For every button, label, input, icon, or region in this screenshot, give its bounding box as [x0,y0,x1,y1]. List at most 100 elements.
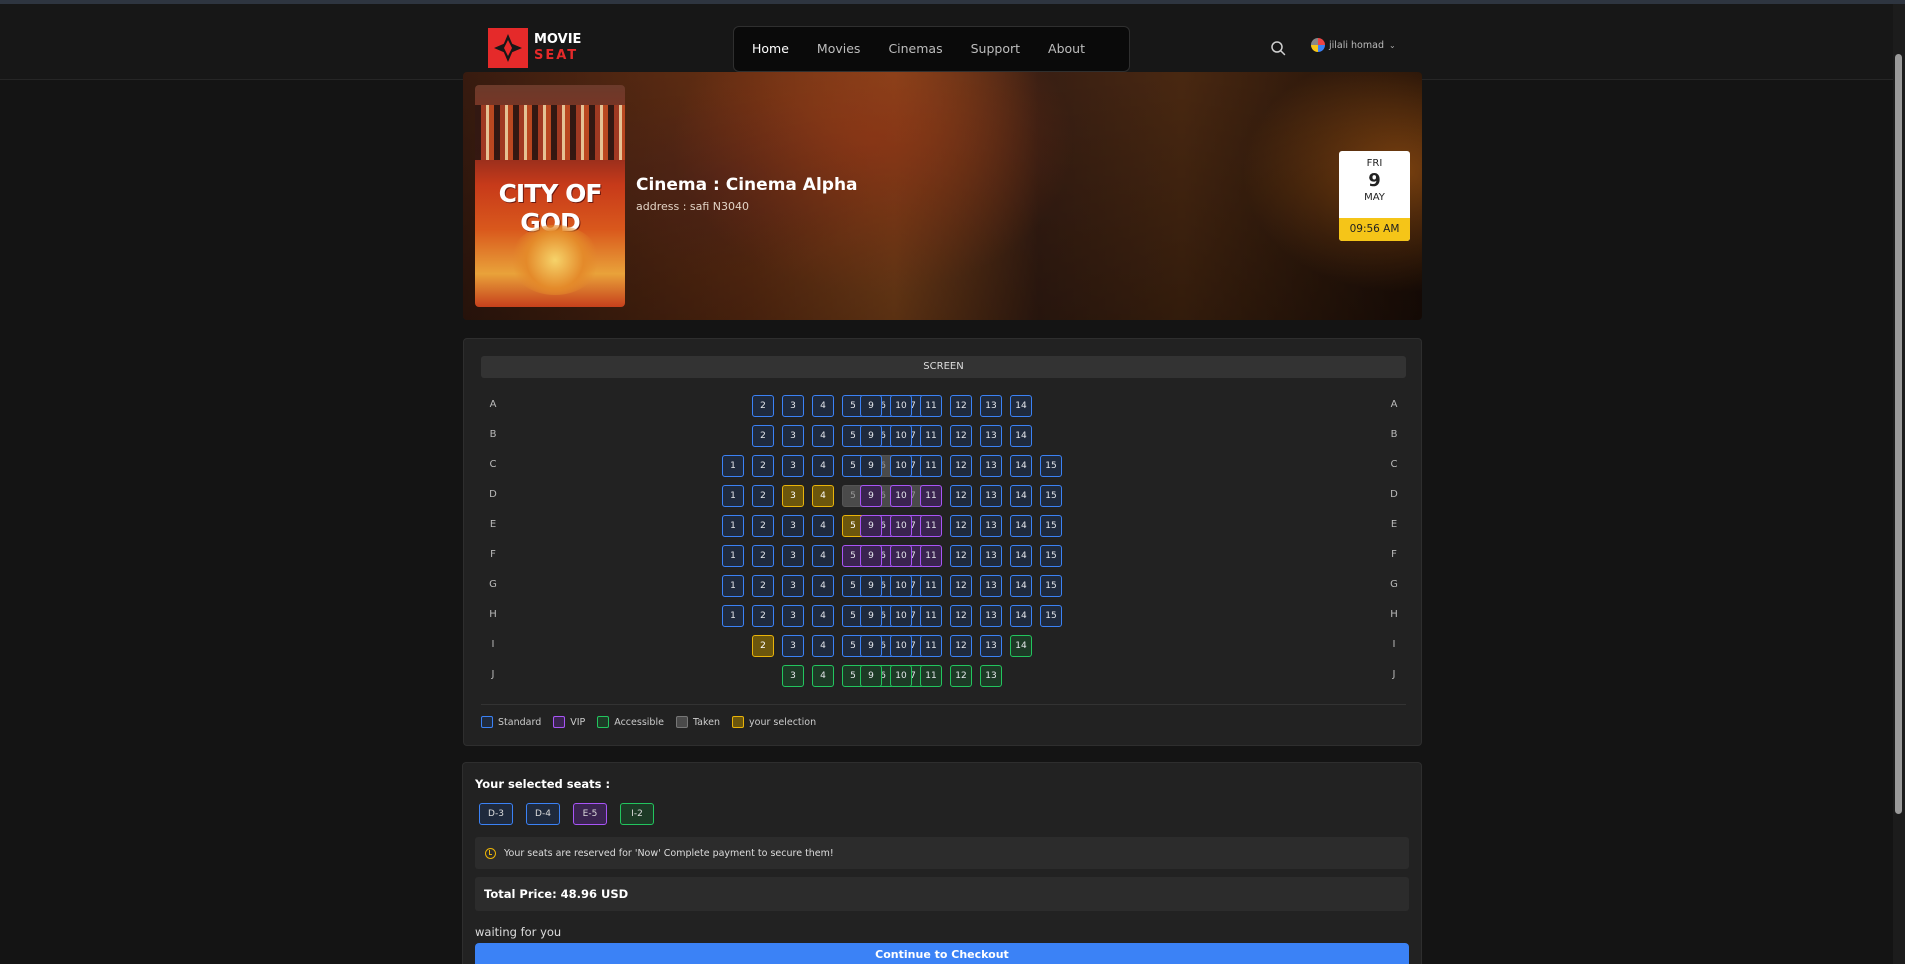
seat-e-2[interactable]: 2 [752,515,774,537]
seat-c-1[interactable]: 1 [722,455,744,477]
seat-j-10[interactable]: 10 [890,665,912,687]
seat-a-14[interactable]: 14 [1010,395,1032,417]
seat-d-14[interactable]: 14 [1010,485,1032,507]
seat-g-14[interactable]: 14 [1010,575,1032,597]
seat-b-12[interactable]: 12 [950,425,972,447]
seat-j-13[interactable]: 13 [980,665,1002,687]
seat-i-13[interactable]: 13 [980,635,1002,657]
seat-g-4[interactable]: 4 [812,575,834,597]
seat-i-3[interactable]: 3 [782,635,804,657]
seat-d-3[interactable]: 3 [782,485,804,507]
seat-h-9[interactable]: 9 [860,605,882,627]
seat-j-3[interactable]: 3 [782,665,804,687]
seat-h-14[interactable]: 14 [1010,605,1032,627]
seat-i-14[interactable]: 14 [1010,635,1032,657]
seat-h-1[interactable]: 1 [722,605,744,627]
seat-b-4[interactable]: 4 [812,425,834,447]
seat-i-12[interactable]: 12 [950,635,972,657]
seat-b-10[interactable]: 10 [890,425,912,447]
nav-home[interactable]: Home [738,31,803,67]
search-icon[interactable] [1270,40,1286,56]
seat-a-3[interactable]: 3 [782,395,804,417]
seat-e-1[interactable]: 1 [722,515,744,537]
seat-b-13[interactable]: 13 [980,425,1002,447]
seat-g-1[interactable]: 1 [722,575,744,597]
seat-e-12[interactable]: 12 [950,515,972,537]
selected-seat-chip[interactable]: D-4 [526,803,560,825]
seat-c-3[interactable]: 3 [782,455,804,477]
seat-h-11[interactable]: 11 [920,605,942,627]
seat-g-13[interactable]: 13 [980,575,1002,597]
selected-seat-chip[interactable]: E-5 [573,803,607,825]
seat-h-13[interactable]: 13 [980,605,1002,627]
seat-h-10[interactable]: 10 [890,605,912,627]
seat-c-9[interactable]: 9 [860,455,882,477]
seat-f-9[interactable]: 9 [860,545,882,567]
seat-d-1[interactable]: 1 [722,485,744,507]
seat-c-14[interactable]: 14 [1010,455,1032,477]
seat-f-1[interactable]: 1 [722,545,744,567]
seat-f-14[interactable]: 14 [1010,545,1032,567]
seat-f-4[interactable]: 4 [812,545,834,567]
seat-d-4[interactable]: 4 [812,485,834,507]
seat-f-13[interactable]: 13 [980,545,1002,567]
seat-g-15[interactable]: 15 [1040,575,1062,597]
seat-d-12[interactable]: 12 [950,485,972,507]
seat-b-14[interactable]: 14 [1010,425,1032,447]
seat-f-11[interactable]: 11 [920,545,942,567]
seat-i-9[interactable]: 9 [860,635,882,657]
seat-g-10[interactable]: 10 [890,575,912,597]
seat-e-13[interactable]: 13 [980,515,1002,537]
seat-e-11[interactable]: 11 [920,515,942,537]
seat-e-4[interactable]: 4 [812,515,834,537]
nav-about[interactable]: About [1034,31,1099,67]
user-menu[interactable]: jilali homad ⌄ [1311,38,1396,52]
seat-d-15[interactable]: 15 [1040,485,1062,507]
seat-g-2[interactable]: 2 [752,575,774,597]
nav-cinemas[interactable]: Cinemas [874,31,956,67]
seat-a-12[interactable]: 12 [950,395,972,417]
seat-h-12[interactable]: 12 [950,605,972,627]
seat-d-13[interactable]: 13 [980,485,1002,507]
seat-j-11[interactable]: 11 [920,665,942,687]
seat-e-15[interactable]: 15 [1040,515,1062,537]
seat-j-9[interactable]: 9 [860,665,882,687]
seat-a-10[interactable]: 10 [890,395,912,417]
seat-d-11[interactable]: 11 [920,485,942,507]
seat-g-11[interactable]: 11 [920,575,942,597]
seat-a-2[interactable]: 2 [752,395,774,417]
nav-support[interactable]: Support [957,31,1034,67]
seat-c-2[interactable]: 2 [752,455,774,477]
seat-h-4[interactable]: 4 [812,605,834,627]
seat-d-9[interactable]: 9 [860,485,882,507]
nav-movies[interactable]: Movies [803,31,875,67]
seat-i-4[interactable]: 4 [812,635,834,657]
seat-d-2[interactable]: 2 [752,485,774,507]
seat-a-11[interactable]: 11 [920,395,942,417]
selected-seat-chip[interactable]: D-3 [479,803,513,825]
selected-seat-chip[interactable]: I-2 [620,803,654,825]
seat-c-10[interactable]: 10 [890,455,912,477]
seat-j-12[interactable]: 12 [950,665,972,687]
seat-c-4[interactable]: 4 [812,455,834,477]
seat-e-14[interactable]: 14 [1010,515,1032,537]
scrollbar-thumb[interactable] [1895,54,1902,814]
seat-g-9[interactable]: 9 [860,575,882,597]
seat-e-10[interactable]: 10 [890,515,912,537]
seat-c-11[interactable]: 11 [920,455,942,477]
page-scrollbar[interactable] [1893,4,1905,964]
continue-to-checkout-button[interactable]: Continue to Checkout [475,943,1409,964]
seat-h-3[interactable]: 3 [782,605,804,627]
seat-e-3[interactable]: 3 [782,515,804,537]
seat-b-2[interactable]: 2 [752,425,774,447]
seat-i-2[interactable]: 2 [752,635,774,657]
seat-a-13[interactable]: 13 [980,395,1002,417]
seat-i-11[interactable]: 11 [920,635,942,657]
seat-f-12[interactable]: 12 [950,545,972,567]
seat-a-4[interactable]: 4 [812,395,834,417]
seat-h-2[interactable]: 2 [752,605,774,627]
seat-f-2[interactable]: 2 [752,545,774,567]
seat-b-11[interactable]: 11 [920,425,942,447]
seat-c-15[interactable]: 15 [1040,455,1062,477]
seat-g-3[interactable]: 3 [782,575,804,597]
